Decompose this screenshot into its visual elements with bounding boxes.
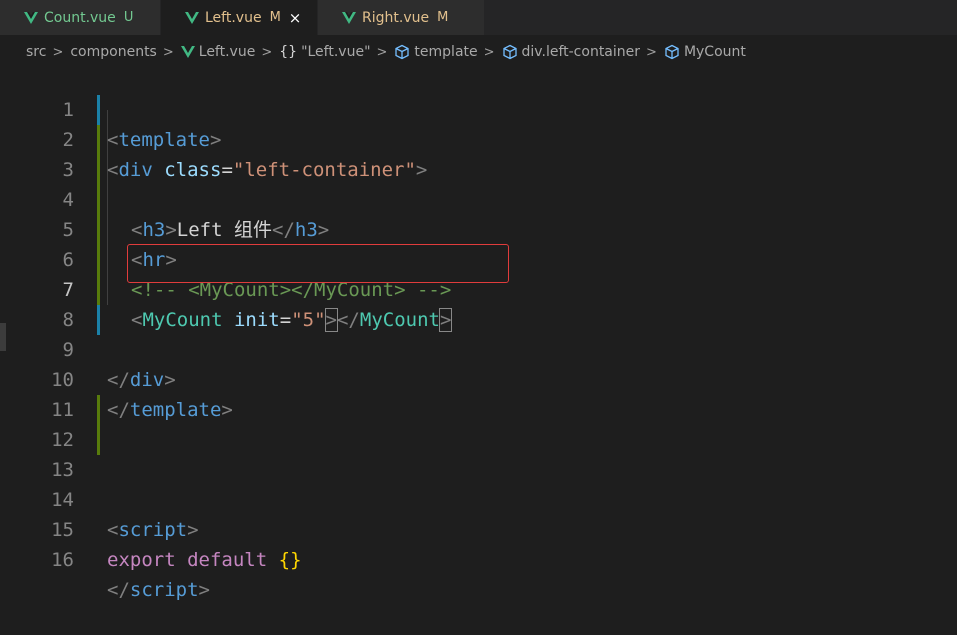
chevron-right-icon: > <box>52 44 64 60</box>
tab-status-badge: M <box>269 10 281 25</box>
breadcrumb-template[interactable]: template <box>394 44 478 60</box>
vue-file-icon <box>342 11 356 24</box>
tab-count-vue[interactable]: Count.vue U <box>0 0 161 35</box>
editor-tab-bar: Count.vue U Left.vue M × Right.vue M <box>0 0 957 35</box>
breadcrumb-left-vue[interactable]: Left.vue <box>180 44 256 60</box>
token-brace: {} <box>278 549 302 571</box>
token-tag: script <box>129 579 199 601</box>
code-line[interactable]: 9 </div> <box>0 305 957 391</box>
token-punctuation: </ <box>107 579 130 601</box>
token-keyword: export <box>107 549 176 571</box>
tab-label: Right.vue <box>362 9 430 26</box>
cube-icon <box>665 44 679 60</box>
code-line[interactable]: 1 <template> <box>0 65 957 151</box>
breadcrumb-label: Left.vue <box>198 44 256 60</box>
vue-file-icon <box>180 46 195 58</box>
tab-left-vue[interactable]: Left.vue M × <box>161 0 318 35</box>
annotation-highlight-box <box>127 244 509 283</box>
code-line[interactable]: 6 <!-- <MyCount></MyCount> --> <box>0 215 957 301</box>
code-line[interactable]: 15 export default {} <box>0 485 957 571</box>
chevron-right-icon: > <box>261 44 273 60</box>
tab-label: Count.vue <box>44 9 116 26</box>
chevron-right-icon: > <box>483 44 495 60</box>
breadcrumb: src > components > Left.vue > {} "Left.v… <box>0 35 957 69</box>
code-line[interactable]: 12 <box>0 395 957 451</box>
breadcrumb-left-vue-module[interactable]: {} "Left.vue" <box>279 44 370 60</box>
tab-status-badge: U <box>123 10 134 25</box>
breadcrumb-components[interactable]: components <box>70 44 157 60</box>
code-line[interactable]: 3 <box>0 125 957 181</box>
vue-file-icon <box>185 11 199 24</box>
vue-file-icon <box>24 11 38 24</box>
breadcrumb-label: MyCount <box>683 44 746 60</box>
code-line[interactable]: 16 </script> <box>0 515 957 601</box>
code-line[interactable]: 5 <hr> <box>0 185 957 271</box>
line-content: export default {} <box>107 545 302 575</box>
code-line[interactable]: 14 <script> <box>0 455 957 541</box>
braces-icon: {} <box>279 44 298 60</box>
chevron-right-icon: > <box>376 44 388 60</box>
breadcrumb-src[interactable]: src <box>26 44 46 60</box>
cube-icon <box>395 44 410 60</box>
chevron-right-icon: > <box>162 44 174 60</box>
close-icon[interactable]: × <box>289 9 302 27</box>
line-number: 16 <box>51 549 74 571</box>
tab-status-badge: M <box>437 10 449 25</box>
breadcrumb-label: template <box>414 44 478 60</box>
code-line[interactable]: 10 </template> <box>0 335 957 421</box>
tab-right-vue[interactable]: Right.vue M <box>318 0 485 35</box>
chevron-right-icon: > <box>646 44 657 60</box>
code-line[interactable]: 11 <box>0 365 957 421</box>
line-content: </script> <box>107 575 210 605</box>
breadcrumb-label: div.left-container <box>521 44 641 60</box>
code-line[interactable]: 2 <div class="left-container"> <box>0 95 957 181</box>
tab-label: Left.vue <box>205 9 262 26</box>
token-keyword: default <box>187 549 268 571</box>
breadcrumb-div-left-container[interactable]: div.left-container <box>502 44 641 60</box>
code-editor[interactable]: 1 <template> 2 <div class="left-containe… <box>0 65 957 601</box>
cube-icon <box>502 44 517 60</box>
code-line[interactable]: 13 <box>0 425 957 481</box>
code-line[interactable]: 4 <h3>Left 组件</h3> <box>0 155 957 241</box>
breadcrumb-label: "Left.vue" <box>301 44 371 60</box>
token-punctuation: > <box>198 579 210 601</box>
breadcrumb-mycount[interactable]: MyCount <box>664 44 746 60</box>
